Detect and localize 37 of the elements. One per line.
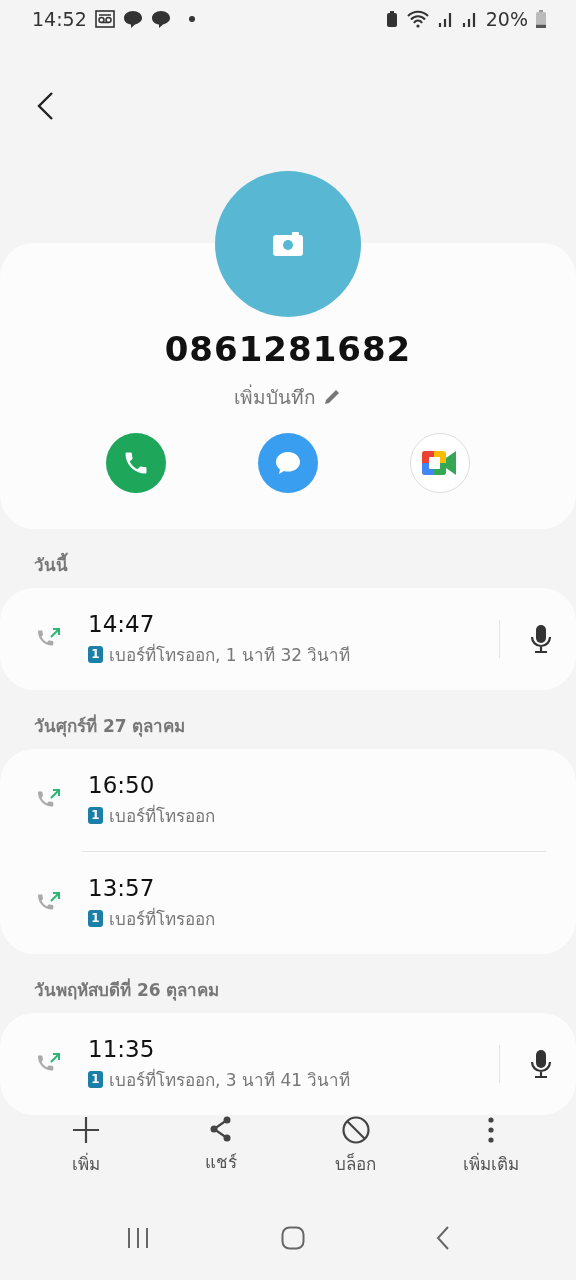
wifi-icon: [405, 10, 430, 29]
add-note-button[interactable]: เพิ่มบันทึก: [228, 381, 348, 414]
sim-badge: 1: [88, 909, 103, 927]
plus-icon: [71, 1116, 100, 1145]
battery-icon: [536, 10, 546, 29]
block-button[interactable]: บล็อก: [305, 1115, 406, 1179]
date-header: วันนี้: [0, 529, 576, 589]
share-icon: [208, 1116, 233, 1143]
call-detail: เบอร์ที่โทรออก, 3 นาที 41 วินาที: [109, 1067, 351, 1092]
sim-badge: 1: [88, 806, 103, 824]
battery-percentage: 20%: [485, 8, 528, 31]
voicemail-icon: [94, 10, 115, 29]
call-detail: เบอร์ที่โทรออก: [109, 803, 215, 828]
call-time: 14:47: [88, 610, 156, 637]
more-button[interactable]: เพิ่มเติม: [440, 1115, 541, 1179]
call-time: 11:35: [88, 1035, 156, 1062]
chat-app-icon: [150, 9, 171, 30]
block-icon: [341, 1116, 370, 1145]
call-time: 13:57: [88, 874, 156, 901]
date-header: วันศุกร์ที่ 27 ตุลาคม: [33, 713, 187, 739]
battery-saver-icon: [385, 10, 398, 29]
phone-number: 0861281682: [164, 329, 412, 370]
share-button[interactable]: แชร์: [170, 1115, 271, 1179]
signal-icon: [461, 10, 478, 29]
call-detail: เบอร์ที่โทรออก, 1 นาที 32 วินาที: [109, 642, 351, 667]
camera-icon: [273, 232, 303, 257]
sim-badge: 1: [88, 645, 103, 663]
more-options-icon: [486, 1116, 495, 1145]
sim-badge: 1: [88, 1070, 103, 1088]
chat-app-icon: [122, 9, 143, 30]
call-time: 16:50: [88, 771, 156, 798]
date-header: วันพฤหัสบดีที่ 26 ตุลาคม: [33, 977, 221, 1003]
call-detail: เบอร์ที่โทรออก: [109, 906, 215, 931]
dot-icon: [188, 16, 195, 23]
signal-icon: [437, 10, 454, 29]
status-time: 14:52: [32, 8, 87, 31]
add-button[interactable]: เพิ่ม: [35, 1115, 136, 1179]
